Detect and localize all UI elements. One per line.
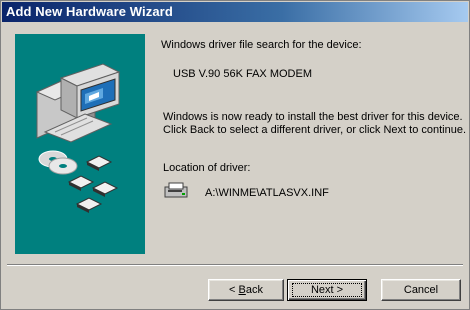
wizard-window: Add New Hardware Wizard Windows driver f… [0,0,470,310]
floppy-drive-icon [163,181,191,199]
back-button-rest: ack [245,284,263,296]
computer-icon [35,63,121,143]
ready-message-line1: Windows is now ready to install the best… [163,111,463,123]
next-button[interactable]: Next > [287,279,367,301]
cancel-button-label: Cancel [403,284,439,296]
ready-message-line2: Click Back to select a different driver,… [163,124,467,136]
back-button-prefix: < [229,284,239,296]
wizard-illustration-art [35,63,121,213]
back-button[interactable]: < Back [208,279,284,301]
cancel-button[interactable]: Cancel [381,279,461,301]
wizard-illustration [15,34,145,254]
next-button-label: Next > [310,284,344,296]
title-bar[interactable]: Add New Hardware Wizard [2,2,468,22]
window-title: Add New Hardware Wizard [6,4,173,19]
search-heading: Windows driver file search for the devic… [161,39,362,51]
location-label: Location of driver: [163,162,251,174]
device-name: USB V.90 56K FAX MODEM [173,68,312,80]
button-separator [7,264,463,266]
back-button-mnemonic: B [238,284,246,296]
driver-path: A:\WINME\ATLASVX.INF [205,187,329,199]
cd-disc-icon [38,150,78,175]
